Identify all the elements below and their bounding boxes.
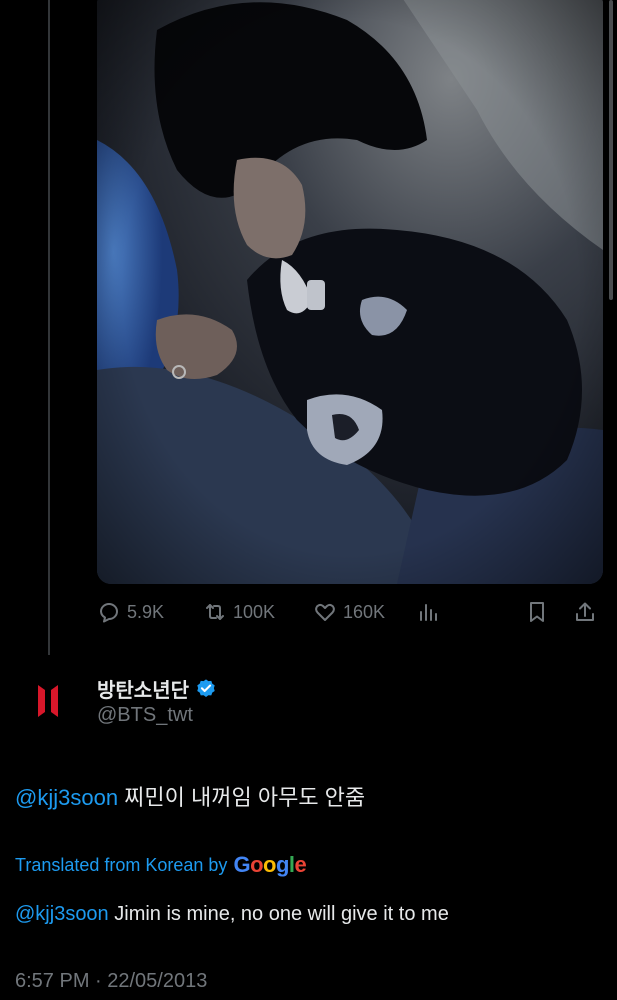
translated-text: @kjj3soon Jimin is mine, no one will giv… [15,903,449,926]
reply-count: 5.9K [127,601,165,622]
like-button[interactable]: 160K [313,598,385,626]
verified-badge-icon [197,678,215,697]
translated-mention-link[interactable]: @kjj3soon [15,903,109,925]
share-button[interactable] [573,598,597,626]
thread-connector-line [48,0,50,655]
tweet-action-bar: 5.9K 100K 160K [97,598,603,626]
translation-attribution[interactable]: Translated from Korean by Google [15,852,307,878]
display-name[interactable]: 방탄소년단 [97,674,189,703]
tweet-photo[interactable] [97,0,603,584]
reply-button[interactable]: 5.9K [97,598,164,626]
like-count: 160K [343,601,386,622]
share-icon [576,602,594,621]
bookmark-icon [530,602,544,622]
mention-link[interactable]: @kjj3soon [15,785,118,810]
bookmark-button[interactable] [525,598,549,626]
bts-logo-icon [38,685,58,717]
avatar[interactable] [28,681,68,721]
photo-of-sleeping-person-icon [97,0,603,584]
reply-icon [100,603,118,623]
analytics-icon [420,604,437,621]
tweet-text: @kjj3soon 찌민이 내꺼임 아무도 안줌 [15,780,365,812]
retweet-button[interactable]: 100K [203,598,275,626]
tweet-timestamp[interactable]: 6:57 PM · 22/05/2013 [15,970,207,993]
retweet-icon [206,604,224,620]
translated-from-label: Translated from Korean by [15,854,228,875]
scrollbar-thumb[interactable] [609,0,613,300]
analytics-button[interactable] [417,598,441,626]
translated-body: Jimin is mine, no one will give it to me [108,903,449,925]
google-logo: Google [233,852,307,877]
tweet-body: 찌민이 내꺼임 아무도 안줌 [118,785,366,810]
user-handle[interactable]: @BTS_twt [97,704,193,727]
retweet-count: 100K [233,601,276,622]
author-name-row: 방탄소년단 [97,674,217,703]
like-icon [315,603,335,621]
